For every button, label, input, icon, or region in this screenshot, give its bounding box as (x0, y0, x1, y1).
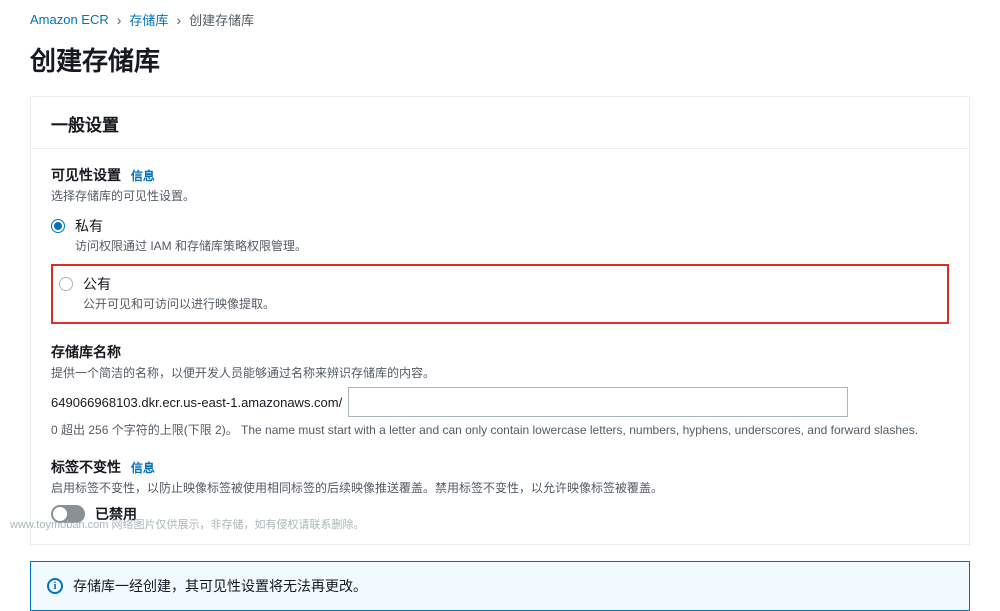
panel-title: 一般设置 (51, 111, 949, 136)
repo-name-row: 649066968103.dkr.ecr.us-east-1.amazonaws… (51, 387, 949, 417)
radio-sub: 访问权限通过 IAM 和存储库策略权限管理。 (75, 237, 307, 254)
radio-label: 私有 (75, 216, 307, 236)
radio-private[interactable]: 私有 访问权限通过 IAM 和存储库策略权限管理。 (51, 212, 949, 258)
general-settings-panel: 一般设置 可见性设置 信息 选择存储库的可见性设置。 私有 访问权限通过 IAM… (30, 96, 970, 545)
breadcrumb-current: 创建存储库 (189, 10, 254, 29)
radio-label: 公有 (83, 274, 275, 294)
watermark: www.toymoban.com 网络图片仅供展示，非存储，如有侵权请联系删除。 (10, 516, 364, 532)
chevron-right-icon: › (117, 12, 122, 28)
visibility-desc: 选择存储库的可见性设置。 (51, 187, 949, 204)
breadcrumb-link-ecr[interactable]: Amazon ECR (30, 12, 109, 27)
radio-sub: 公开可见和可访问以进行映像提取。 (83, 295, 275, 312)
repo-name-label: 存储库名称 (51, 344, 121, 360)
breadcrumb: Amazon ECR › 存储库 › 创建存储库 (0, 0, 1000, 37)
alert-text: 存储库一经创建，其可见性设置将无法再更改。 (73, 576, 367, 596)
repo-name-input[interactable] (348, 387, 848, 417)
highlight-box: 公有 公开可见和可访问以进行映像提取。 (51, 264, 949, 324)
page-title: 创建存储库 (0, 37, 1000, 96)
info-link[interactable]: 信息 (131, 169, 155, 183)
breadcrumb-link-repos[interactable]: 存储库 (129, 10, 168, 29)
chevron-right-icon: › (176, 12, 181, 28)
visibility-label: 可见性设置 (51, 167, 121, 183)
info-icon: i (47, 578, 63, 594)
immutability-desc: 启用标签不变性，以防止映像标签被使用相同标签的后续映像推送覆盖。禁用标签不变性，… (51, 479, 949, 496)
immutability-label: 标签不变性 (51, 459, 121, 475)
repo-name-prefix: 649066968103.dkr.ecr.us-east-1.amazonaws… (51, 395, 342, 410)
repo-name-hint: 0 超出 256 个字符的上限(下限 2)。 The name must sta… (51, 421, 949, 439)
info-link[interactable]: 信息 (131, 461, 155, 475)
repo-name-field: 存储库名称 提供一个简洁的名称，以便开发人员能够通过名称来辨识存储库的内容。 6… (51, 342, 949, 439)
radio-input-public[interactable] (59, 277, 73, 291)
panel-body: 可见性设置 信息 选择存储库的可见性设置。 私有 访问权限通过 IAM 和存储库… (31, 149, 969, 544)
panel-header: 一般设置 (31, 97, 969, 149)
immutability-field: 标签不变性 信息 启用标签不变性，以防止映像标签被使用相同标签的后续映像推送覆盖… (51, 457, 949, 524)
visibility-field: 可见性设置 信息 选择存储库的可见性设置。 私有 访问权限通过 IAM 和存储库… (51, 165, 949, 324)
visibility-radio-group: 私有 访问权限通过 IAM 和存储库策略权限管理。 公有 公开可见和可访问以进行… (51, 212, 949, 324)
radio-public[interactable]: 公有 公开可见和可访问以进行映像提取。 (59, 274, 941, 312)
radio-input-private[interactable] (51, 219, 65, 233)
repo-name-desc: 提供一个简洁的名称，以便开发人员能够通过名称来辨识存储库的内容。 (51, 364, 949, 381)
info-alert: i 存储库一经创建，其可见性设置将无法再更改。 (30, 561, 970, 611)
